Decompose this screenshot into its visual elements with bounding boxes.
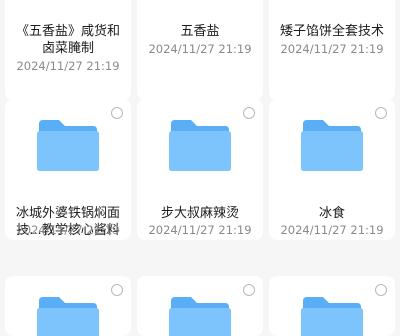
select-radio[interactable] — [111, 284, 123, 296]
file-name: 矮子馅饼全套技术 — [279, 24, 384, 39]
select-radio[interactable] — [375, 107, 387, 119]
folder-card[interactable] — [137, 276, 263, 336]
file-name: 五香盐 — [180, 24, 220, 39]
select-radio[interactable] — [243, 107, 255, 119]
folder-name: 冰食 — [318, 206, 345, 221]
folder-card[interactable]: 步大叔麻辣烫 2024/11/27 21:19 — [137, 99, 263, 240]
file-card[interactable]: 矮子馅饼全套技术 2024/11/27 21:19 — [269, 0, 395, 100]
file-date: 2024/11/27 21:19 — [148, 42, 252, 56]
folder-card[interactable]: 冰城外婆铁锅焖面 技...教学核心酱料 — [5, 99, 131, 240]
select-radio[interactable] — [243, 284, 255, 296]
file-date: 2024/11/27 21:19 — [16, 59, 120, 73]
folder-date: 2024/11/27 21:19 — [148, 223, 252, 237]
folder-name: 步大叔麻辣烫 — [160, 206, 239, 221]
folder-icon — [37, 120, 99, 171]
folder-date: 2024/11/27 21:19 — [280, 223, 384, 237]
folder-card[interactable]: 冰食 2024/11/27 21:19 — [269, 99, 395, 240]
file-date: 2024/11/27 21:19 — [280, 42, 384, 56]
folder-icon — [169, 297, 231, 336]
folder-card[interactable] — [5, 276, 131, 336]
file-card[interactable]: 《五香盐》咸货和 卤菜腌制 2024/11/27 21:19 — [5, 0, 131, 100]
folder-card[interactable] — [269, 276, 395, 336]
file-card[interactable]: 五香盐 2024/11/27 21:19 — [137, 0, 263, 100]
select-radio[interactable] — [375, 284, 387, 296]
select-radio[interactable] — [111, 107, 123, 119]
folder-icon — [169, 120, 231, 171]
file-name: 《五香盐》咸货和 卤菜腌制 — [15, 24, 120, 56]
folder-icon — [301, 120, 363, 171]
folder-date: 2024/11/27 21:19 — [16, 223, 120, 237]
folder-icon — [301, 297, 363, 336]
folder-icon — [37, 297, 99, 336]
